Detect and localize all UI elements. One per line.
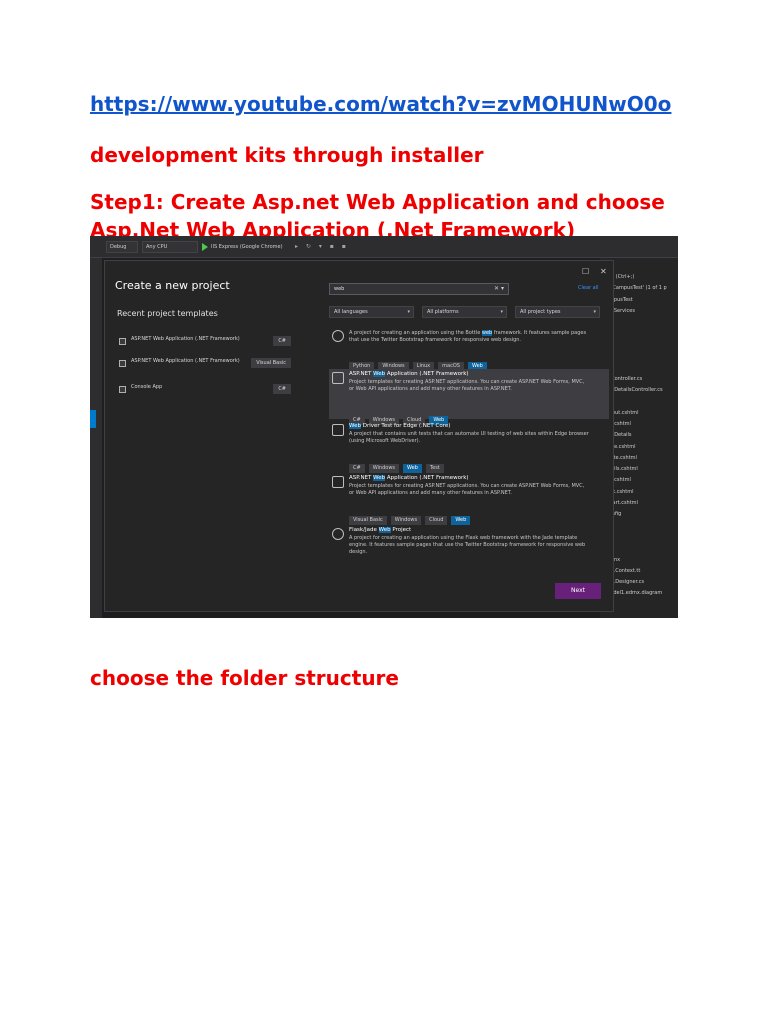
solution-item[interactable]: config <box>606 511 678 518</box>
tag: Visual Basic <box>349 516 387 525</box>
chevron-down-icon: ▾ <box>500 309 503 315</box>
solution-item[interactable]: ntController.cs <box>606 376 678 383</box>
template-description: A project for creating an application us… <box>349 535 586 555</box>
debug-config-dropdown[interactable]: Debug <box>106 241 138 253</box>
tag: Cloud <box>425 516 448 525</box>
youtube-link[interactable]: https://www.youtube.com/watch?v=zvMOHUNw… <box>90 92 671 116</box>
dialog-title: Create a new project <box>115 279 230 292</box>
toolbar-icons: ▸ ↻ ▾ ▪ ▪ <box>295 243 349 250</box>
solution-item[interactable]: iStart.cshtml <box>606 500 678 507</box>
solution-item[interactable]: ver (Ctrl+;) <box>606 274 678 281</box>
run-target[interactable]: IIS Express (Google Chrome) <box>211 241 283 253</box>
solution-item[interactable]: etails.cshtml <box>606 466 678 473</box>
recent-item-language: C# <box>273 384 291 394</box>
solution-item[interactable]: etiCampusTest' (1 of 1 p <box>606 285 678 292</box>
platform-filter[interactable]: All platforms ▾ <box>422 306 507 318</box>
solution-item[interactable]: elete.cshtml <box>606 455 678 462</box>
solution-item[interactable]: s <box>606 353 678 360</box>
console-icon <box>119 386 126 393</box>
solution-item[interactable]: ed Services <box>606 308 678 315</box>
language-filter[interactable]: All languages ▾ <box>329 306 414 318</box>
solution-item[interactable]: a <box>606 342 678 349</box>
template-search-input[interactable]: web ✕ ▾ <box>329 283 509 295</box>
recent-item-language: Visual Basic <box>251 358 291 368</box>
solution-item[interactable]: ig <box>606 545 678 552</box>
solution-item[interactable]: dit.cshtml <box>606 477 678 484</box>
project-type-filter[interactable]: All project types ▾ <box>515 306 600 318</box>
template-description: Project templates for creating ASP.NET a… <box>349 379 585 392</box>
visual-studio-screenshot: Debug Any CPU IIS Express (Google Chrome… <box>90 236 678 618</box>
run-play-icon[interactable] <box>202 243 208 251</box>
recent-item-aspnet-csharp[interactable]: ASP.NET Web Application (.NET Framework)… <box>117 335 291 353</box>
tag: Windows <box>368 464 400 473</box>
solution-item[interactable]: dex.cshtml <box>606 489 678 496</box>
template-description: A project for creating an application us… <box>349 330 587 343</box>
template-name: Web Driver Test for Edge (.NET Core) <box>349 423 451 429</box>
template-tags: C# Windows Web Test <box>349 454 448 473</box>
template-webdriver-test[interactable]: Web Driver Test for Edge (.NET Core) A p… <box>329 421 609 473</box>
globe-icon <box>332 528 344 540</box>
globe-icon <box>332 330 344 342</box>
template-name: ASP.NET Web Application (.NET Framework) <box>349 475 469 481</box>
left-side-strip <box>90 258 102 618</box>
template-aspnet-csharp[interactable]: ASP.NET Web Application (.NET Framework)… <box>329 369 609 425</box>
web-project-icon <box>332 476 344 488</box>
recent-item-label: Console App <box>131 384 163 390</box>
tag: Web <box>403 464 422 473</box>
solution-item[interactable]: Model1.edmx.diagram <box>606 590 678 597</box>
solution-item[interactable]: r <box>606 364 678 371</box>
recent-item-aspnet-vb[interactable]: ASP.NET Web Application (.NET Framework)… <box>117 357 291 375</box>
template-description: Project templates for creating ASP.NET a… <box>349 483 585 496</box>
clear-search-icon[interactable]: ✕ ▾ <box>494 284 504 294</box>
recent-item-language: C# <box>273 336 291 346</box>
tag: Windows <box>390 516 422 525</box>
solution-item[interactable]: edmx <box>606 557 678 564</box>
clear-all-link[interactable]: Clear all <box>578 285 599 291</box>
tag: C# <box>349 464 365 473</box>
heading-step1-line1: Step1: Create Asp.net Web Application an… <box>90 190 665 214</box>
left-strip-highlight <box>90 410 96 428</box>
platform-dropdown[interactable]: Any CPU <box>142 241 198 253</box>
project-icon <box>119 360 126 367</box>
template-description: A project that contains unit tests that … <box>349 431 589 444</box>
solution-item[interactable]: el1.Designer.cs <box>606 579 678 586</box>
template-name: Flask/Jade Web Project <box>349 527 412 533</box>
template-tags: Visual Basic Windows Cloud Web <box>349 506 474 525</box>
create-project-dialog: ☐ ✕ Create a new project Recent project … <box>104 260 614 612</box>
recent-item-console-app[interactable]: Console App C# <box>117 383 291 401</box>
solution-item[interactable]: entDetails <box>606 432 678 439</box>
solution-item[interactable]: co <box>606 523 678 530</box>
solution-item[interactable]: ror.cshtml <box>606 421 678 428</box>
project-icon <box>119 338 126 345</box>
template-name: ASP.NET Web Application (.NET Framework) <box>349 371 469 377</box>
recent-item-label: ASP.NET Web Application (.NET Framework) <box>131 336 240 342</box>
solution-item[interactable]: s <box>606 331 678 338</box>
template-flask-jade[interactable]: Flask/Jade Web Project A project for cre… <box>329 525 609 569</box>
tag: Test <box>425 464 444 473</box>
template-bottle-web[interactable]: A project for creating an application us… <box>329 327 609 371</box>
test-project-icon <box>332 424 344 436</box>
chevron-down-icon: ▾ <box>593 309 596 315</box>
vs-toolbar: Debug Any CPU IIS Express (Google Chrome… <box>90 236 678 258</box>
solution-item[interactable]: ayout.cshtml <box>606 410 678 417</box>
solution-item[interactable]: ampusTest <box>606 297 678 304</box>
recent-templates-title: Recent project templates <box>117 309 218 318</box>
solution-item[interactable]: el1.Context.tt <box>606 568 678 575</box>
heading-folder-structure: choose the folder structure <box>90 666 399 690</box>
close-icon[interactable]: ✕ <box>600 267 607 277</box>
next-button[interactable]: Next <box>555 583 601 599</box>
template-aspnet-vb[interactable]: ASP.NET Web Application (.NET Framework)… <box>329 473 609 525</box>
heading-development-kits: development kits through installer <box>90 143 484 167</box>
chevron-down-icon: ▾ <box>407 309 410 315</box>
solution-item[interactable]: d <box>606 398 678 405</box>
solution-item[interactable]: es <box>606 319 678 326</box>
maximize-icon[interactable]: ☐ <box>582 267 589 277</box>
tag: Web <box>451 516 471 525</box>
recent-item-label: ASP.NET Web Application (.NET Framework) <box>131 358 240 364</box>
solution-item[interactable]: eate.cshtml <box>606 444 678 451</box>
solution-item[interactable]: entDetailsController.cs <box>606 387 678 394</box>
solution-item[interactable]: ax <box>606 534 678 541</box>
web-project-icon <box>332 372 344 384</box>
